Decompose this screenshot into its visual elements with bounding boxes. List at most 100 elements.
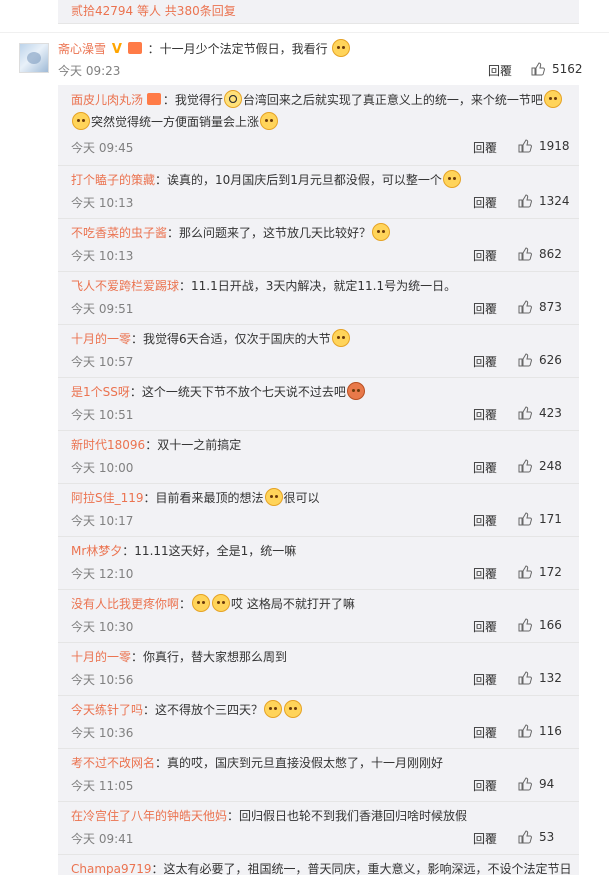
reply-body: ：这不得放个三四天？ <box>143 703 264 717</box>
grin-emoji-icon <box>331 329 350 347</box>
reply-button[interactable]: 回覆 <box>473 459 497 476</box>
angry-emoji-icon <box>346 382 365 400</box>
list-item: Mr林梦夕：11.11这天好，全是1，统一嘛 今天 12:10 回覆 172 <box>58 536 579 590</box>
avatar[interactable] <box>19 43 49 73</box>
like-button[interactable]: 166 <box>518 618 562 632</box>
reply-time: 今天 10:56 <box>71 673 134 687</box>
reply-time: 今天 09:45 <box>71 141 134 155</box>
reply-button[interactable]: 回覆 <box>473 671 497 688</box>
like-count: 862 <box>539 247 562 261</box>
like-button[interactable]: 1918 <box>518 139 570 153</box>
like-button[interactable]: 171 <box>518 512 562 526</box>
glasses-emoji-icon <box>223 90 242 108</box>
reply-username[interactable]: 新时代18096 <box>71 438 145 452</box>
comment-username[interactable]: 斋心澡雪 <box>58 42 106 56</box>
like-button[interactable]: 116 <box>518 724 562 738</box>
doge-emoji-icon <box>332 39 351 57</box>
reply-username[interactable]: 打个瞌子的策藏 <box>71 173 155 187</box>
like-button[interactable]: 132 <box>518 671 562 685</box>
reply-text: 十月的一零：你真行，替大家想那么周到 <box>71 646 571 668</box>
reply-text: 在冷宫住了八年的钟皓天他妈：回归假日也轮不到我们香港回归啥时候放假 <box>71 805 571 827</box>
comment-time: 今天 09:23 <box>58 64 121 78</box>
like-button[interactable]: 873 <box>518 300 562 314</box>
reply-button[interactable]: 回覆 <box>473 830 497 847</box>
like-button[interactable]: 862 <box>518 247 562 261</box>
reply-text: 考不过不改网名：真的哎，国庆到元旦直接没假太憋了，十一月刚刚好 <box>71 752 571 774</box>
reply-button[interactable]: 回覆 <box>488 62 512 79</box>
thumbs-up-icon <box>518 406 532 420</box>
like-button[interactable]: 53 <box>518 830 554 844</box>
list-item: Champa9719：这太有必要了，祖国统一，普天同庆，重大意义，影响深远，不设… <box>58 854 579 875</box>
reply-summary-text[interactable]: 贰拾42794 等人 共380条回复 <box>71 2 236 19</box>
reply-body-cont: 哎 这格局不就打开了嘛 <box>231 597 355 611</box>
doge-emoji-icon <box>260 112 279 130</box>
like-count: 1918 <box>539 139 570 153</box>
like-count: 116 <box>539 724 562 738</box>
reply-body: ：目前看来最顶的想法 <box>143 491 264 505</box>
reply-body: ： <box>179 597 192 611</box>
like-count: 423 <box>539 406 562 420</box>
doge-emoji-icon <box>264 488 283 506</box>
doge-emoji-icon <box>284 700 303 718</box>
like-button[interactable]: 5162 <box>531 62 583 76</box>
reply-username[interactable]: 在冷宫住了八年的钟皓天他妈 <box>71 809 227 823</box>
reply-time: 今天 10:30 <box>71 620 134 634</box>
reply-body: ：11.1日开战，3天内解决，就定11.1号为统一日。 <box>179 279 457 293</box>
reply-username[interactable]: 飞人不爱跨栏爱踢球 <box>71 279 179 293</box>
like-button[interactable]: 423 <box>518 406 562 420</box>
reply-button[interactable]: 回覆 <box>473 512 497 529</box>
like-button[interactable]: 94 <box>518 777 554 791</box>
reply-button[interactable]: 回覆 <box>473 724 497 741</box>
like-button[interactable]: 172 <box>518 565 562 579</box>
reply-button[interactable]: 回覆 <box>473 565 497 582</box>
list-item: 十月的一零：我觉得6天合适，仅次于国庆的大节 今天 10:57 回覆 626 <box>58 324 579 378</box>
reply-username[interactable]: 面皮儿肉丸汤 <box>71 93 143 107</box>
like-button[interactable]: 626 <box>518 353 562 367</box>
reply-username[interactable]: 十月的一零 <box>71 332 131 346</box>
reply-username[interactable]: Mr林梦夕 <box>71 544 122 558</box>
list-item: 在冷宫住了八年的钟皓天他妈：回归假日也轮不到我们香港回归啥时候放假 今天 09:… <box>58 801 579 855</box>
reply-body-cont: 很可以 <box>283 491 320 505</box>
reply-body: ：双十一之前搞定 <box>145 438 242 452</box>
like-count: 873 <box>539 300 562 314</box>
reply-body: ：那么问题来了，这节放几天比较好？ <box>167 226 372 240</box>
like-count: 626 <box>539 353 562 367</box>
reply-text: Champa9719：这太有必要了，祖国统一，普天同庆，重大意义，影响深远，不设… <box>71 858 572 875</box>
reply-button[interactable]: 回覆 <box>473 139 497 156</box>
thumbs-up-icon <box>518 139 532 153</box>
reply-username[interactable]: 阿拉S佳_119 <box>71 491 144 505</box>
reply-text: 不吃香菜的虫子酱：那么问题来了，这节放几天比较好？ <box>71 222 571 244</box>
reply-body: ：真的哎，国庆到元旦直接没假太憋了，十一月刚刚好 <box>155 756 444 770</box>
main-comment: 斋心澡雪 V ：十一月少个法定节假日，我看行 今天 09:23 回覆 5162 <box>0 33 609 85</box>
like-button[interactable]: 1324 <box>518 194 570 208</box>
reply-summary-bar[interactable]: 贰拾42794 等人 共380条回复 <box>58 0 579 24</box>
reply-button[interactable]: 回覆 <box>473 300 497 317</box>
reply-username[interactable]: 没有人比我更疼你啊 <box>71 597 179 611</box>
doge-emoji-icon <box>372 223 391 241</box>
reply-button[interactable]: 回覆 <box>473 247 497 264</box>
reply-time: 今天 10:57 <box>71 355 134 369</box>
reply-button[interactable]: 回覆 <box>473 353 497 370</box>
reply-time: 今天 10:13 <box>71 196 134 210</box>
reply-body: ：我觉得行 <box>162 93 223 107</box>
reply-username[interactable]: 十月的一零 <box>71 650 131 664</box>
reply-button[interactable]: 回覆 <box>473 406 497 423</box>
reply-username[interactable]: 是1个SS呀 <box>71 385 130 399</box>
reply-body-cont: 台湾回来之后就实现了真正意义上的统一，来个统一节吧 <box>242 93 543 107</box>
reply-time: 今天 09:41 <box>71 832 134 846</box>
reply-text: 飞人不爱跨栏爱踢球：11.1日开战，3天内解决，就定11.1号为统一日。 <box>71 275 571 297</box>
reply-button[interactable]: 回覆 <box>473 194 497 211</box>
reply-button[interactable]: 回覆 <box>473 618 497 635</box>
reply-username[interactable]: 考不过不改网名 <box>71 756 155 770</box>
reply-username[interactable]: Champa9719 <box>71 862 152 875</box>
like-button[interactable]: 248 <box>518 459 562 473</box>
list-item: 十月的一零：你真行，替大家想那么周到 今天 10:56 回覆 132 <box>58 642 579 696</box>
reply-text: 是1个SS呀：这个一统天下节不放个七天说不过去吧 <box>71 381 571 403</box>
list-item: 不吃香菜的虫子酱：那么问题来了，这节放几天比较好？ 今天 10:13 回覆 86… <box>58 218 579 272</box>
thumbs-up-icon <box>518 830 532 844</box>
reply-button[interactable]: 回覆 <box>473 777 497 794</box>
vip-crown-icon <box>127 42 142 54</box>
reply-username[interactable]: 今天练针了吗 <box>71 703 143 717</box>
thumbs-up-icon <box>518 671 532 685</box>
reply-username[interactable]: 不吃香菜的虫子酱 <box>71 226 167 240</box>
